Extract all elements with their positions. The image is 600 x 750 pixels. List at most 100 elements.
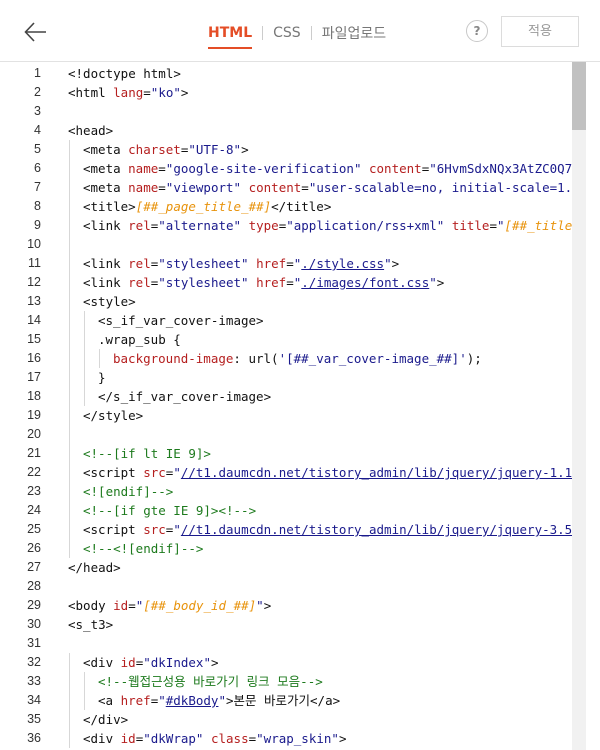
code-line[interactable]: 12 <link rel="stylesheet" href="./images/… <box>0 273 600 292</box>
code-line[interactable]: 20 <box>0 425 600 444</box>
code-line[interactable]: 11 <link rel="stylesheet" href="./style.c… <box>0 254 600 273</box>
code-line[interactable]: 23 <![endif]--> <box>0 482 600 501</box>
code-line[interactable]: 2 <html lang="ko"> <box>0 83 600 102</box>
code-text[interactable]: <script src="//t1.daumcdn.net/tistory_ad… <box>83 520 572 539</box>
code-text[interactable]: <!--[if gte IE 9]><!--> <box>83 501 256 520</box>
line-number: 10 <box>27 237 41 251</box>
vertical-scrollbar[interactable] <box>572 62 586 750</box>
code-line[interactable]: 24 <!--[if gte IE 9]><!--> <box>0 501 600 520</box>
code-token: content <box>248 180 302 195</box>
code-line[interactable]: 5 <meta charset="UTF-8"> <box>0 140 600 159</box>
code-text[interactable]: <!--[if lt IE 9]> <box>83 444 211 463</box>
help-button[interactable]: ? <box>466 20 488 42</box>
code-text[interactable]: <s_if_var_cover-image> <box>98 311 264 330</box>
indent-guide <box>84 330 85 349</box>
tab-html[interactable]: HTML <box>208 25 253 49</box>
code-text[interactable]: </head> <box>68 558 121 577</box>
code-text[interactable]: </s_if_var_cover-image> <box>98 387 271 406</box>
code-text[interactable]: <link rel="stylesheet" href="./style.css… <box>83 254 399 273</box>
code-text[interactable]: <s_t3> <box>68 615 113 634</box>
code-text[interactable]: <div id="dkWrap" class="wrap_skin"> <box>83 729 346 748</box>
code-text[interactable]: </style> <box>83 406 143 425</box>
code-line[interactable]: 16 background-image: url('[##_var_cover-i… <box>0 349 600 368</box>
code-text[interactable]: .wrap_sub { <box>98 330 181 349</box>
code-text[interactable]: <script src="//t1.daumcdn.net/tistory_ad… <box>83 463 580 482</box>
back-button[interactable] <box>22 18 50 46</box>
code-text[interactable]: <![endif]--> <box>83 482 173 501</box>
code-line[interactable]: 1 <!doctype html> <box>0 64 600 83</box>
code-token: ); <box>466 351 482 366</box>
code-line[interactable]: 29 <body id="[##_body_id_##]"> <box>0 596 600 615</box>
indent-guide <box>69 710 70 729</box>
code-line[interactable]: 33 <!--웹접근성용 바로가기 링크 모음--> <box>0 672 600 691</box>
code-token: > <box>241 142 249 157</box>
code-text[interactable]: <link rel="alternate" type="application/… <box>83 216 580 235</box>
code-line[interactable]: 30 <s_t3> <box>0 615 600 634</box>
code-text[interactable]: <meta charset="UTF-8"> <box>83 140 249 159</box>
code-line[interactable]: 8 <title>[##_page_title_##]</title> <box>0 197 600 216</box>
code-line[interactable]: 3 <box>0 102 600 121</box>
tab-divider <box>262 26 264 40</box>
code-token: title <box>451 218 490 233</box>
line-number: 3 <box>34 104 41 118</box>
code-token: <!--[if gte IE 9]><!--> <box>83 503 257 518</box>
code-text[interactable]: <head> <box>68 121 113 140</box>
code-line[interactable]: 18 </s_if_var_cover-image> <box>0 387 600 406</box>
code-token: = <box>158 161 166 176</box>
code-line[interactable]: 28 <box>0 577 600 596</box>
code-line[interactable]: 13 <style> <box>0 292 600 311</box>
code-line[interactable]: 21 <!--[if lt IE 9]> <box>0 444 600 463</box>
code-line[interactable]: 17} <box>0 368 600 387</box>
tab-css[interactable]: CSS <box>273 25 301 41</box>
code-editor[interactable]: 1 <!doctype html> 2 <html lang="ko"> 3 4 <head… <box>0 62 600 750</box>
code-text[interactable]: <!doctype html> <box>68 64 181 83</box>
line-number: 6 <box>34 161 41 175</box>
code-token: <meta <box>83 142 129 157</box>
code-text[interactable]: <html lang="ko"> <box>68 83 188 102</box>
code-text[interactable]: <!--<![endif]--> <box>83 539 203 558</box>
code-line[interactable]: 22 <script src="//t1.daumcdn.net/tistory_… <box>0 463 600 482</box>
code-text[interactable]: <!--웹접근성용 바로가기 링크 모음--> <box>98 672 323 691</box>
code-text[interactable]: <a href="#dkBody">본문 바로가기</a> <box>98 691 340 710</box>
code-line[interactable]: 15 .wrap_sub { <box>0 330 600 349</box>
code-line[interactable]: 4 <head> <box>0 121 600 140</box>
line-number: 31 <box>27 636 41 650</box>
code-line[interactable]: 34 <a href="#dkBody">본문 바로가기</a> <box>0 691 600 710</box>
line-number: 29 <box>27 598 41 612</box>
code-token: <a <box>98 693 121 708</box>
code-text[interactable]: <body id="[##_body_id_##]"> <box>68 596 271 615</box>
code-line[interactable]: 14 <s_if_var_cover-image> <box>0 311 600 330</box>
line-number: 12 <box>27 275 41 289</box>
indent-guide <box>69 292 70 311</box>
scrollbar-thumb[interactable] <box>572 62 586 130</box>
code-token: : url( <box>233 351 279 366</box>
code-text[interactable]: <div id="dkIndex"> <box>83 653 219 672</box>
code-line[interactable]: 36 <div id="dkWrap" class="wrap_skin"> <box>0 729 600 748</box>
code-line[interactable]: 32 <div id="dkIndex"> <box>0 653 600 672</box>
code-line[interactable]: 35 </div> <box>0 710 600 729</box>
code-line[interactable]: 9 <link rel="alternate" type="application… <box>0 216 600 235</box>
code-line[interactable]: 31 <box>0 634 600 653</box>
code-line[interactable]: 26 <!--<![endif]--> <box>0 539 600 558</box>
code-text[interactable]: <meta name="google-site-verification" co… <box>83 159 572 178</box>
code-text[interactable]: background-image: url('[##_var_cover-ima… <box>113 349 482 368</box>
code-line[interactable]: 27 </head> <box>0 558 600 577</box>
code-area[interactable]: 1 <!doctype html> 2 <html lang="ko"> 3 4 <head… <box>0 64 600 748</box>
tab-file-upload[interactable]: 파일업로드 <box>322 23 386 43</box>
code-text[interactable]: <meta name="viewport" content="user-scal… <box>83 178 580 197</box>
code-line[interactable]: 19 </style> <box>0 406 600 425</box>
code-text[interactable]: } <box>98 368 106 387</box>
code-token: > <box>263 598 272 613</box>
code-line[interactable]: 10 <box>0 235 600 254</box>
code-text[interactable]: <title>[##_page_title_##]</title> <box>83 197 331 216</box>
code-line[interactable]: 6 <meta name="google-site-verification" c… <box>0 159 600 178</box>
code-line[interactable]: 7 <meta name="viewport" content="user-sca… <box>0 178 600 197</box>
code-text[interactable]: </div> <box>83 710 128 729</box>
code-text[interactable]: <link rel="stylesheet" href="./images/fo… <box>83 273 444 292</box>
code-line[interactable]: 25 <script src="//t1.daumcdn.net/tistory_… <box>0 520 600 539</box>
code-text[interactable]: <style> <box>83 292 136 311</box>
indent-guide <box>84 349 85 368</box>
apply-button[interactable]: 적용 <box>501 16 579 47</box>
